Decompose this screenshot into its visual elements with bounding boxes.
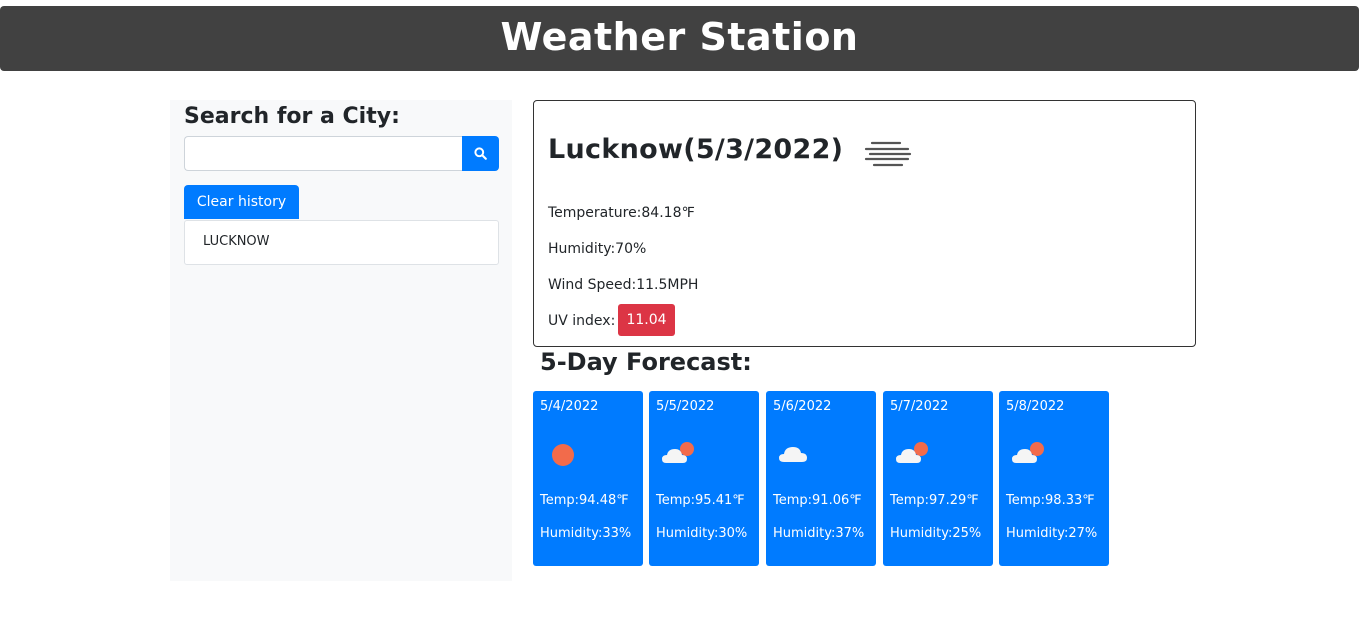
search-button[interactable] [462,136,499,171]
history-item-lucknow[interactable]: LUCKNOW [184,220,499,265]
forecast-card: 5/5/2022 Temp:95.41℉ Humidity:30% [649,391,759,566]
partly-cloudy-icon [662,442,694,463]
uv-index-badge: 11.04 [618,304,675,336]
search-sidebar: Search for a City: Clear history LUCKNOW [170,100,512,581]
page-title: Weather Station [500,14,859,59]
forecast-card: 5/7/2022 Temp:97.29℉ Humidity:25% [883,391,993,566]
cloud-icon [779,447,807,462]
forecast-temp: Temp:94.48℉ [540,493,629,508]
forecast-temp: Temp:98.33℉ [1006,493,1095,508]
forecast-humidity: Humidity:27% [1006,526,1098,541]
forecast-date: 5/8/2022 [1006,399,1065,414]
search-heading: Search for a City: [184,104,400,129]
forecast-humidity: Humidity:25% [890,526,982,541]
app-header: Weather Station [0,6,1359,71]
forecast-date: 5/7/2022 [890,399,949,414]
forecast-card: 5/6/2022 Temp:91.06℉ Humidity:37% [766,391,876,566]
forecast-temp: Temp:97.29℉ [890,493,979,508]
forecast-card: 5/4/2022 Temp:94.48℉ Humidity:33% [533,391,643,566]
current-temperature: Temperature:84.18℉ [548,205,695,221]
forecast-date: 5/6/2022 [773,399,832,414]
forecast-humidity: Humidity:33% [540,526,632,541]
forecast-temp: Temp:91.06℉ [773,493,862,508]
forecast-humidity: Humidity:30% [656,526,748,541]
partly-cloudy-icon [1012,442,1044,463]
current-humidity: Humidity:70% [548,241,647,257]
current-weather-card: Lucknow(5/3/2022) Temperature:84.18℉ Hum… [533,100,1196,347]
forecast-date: 5/4/2022 [540,399,599,414]
search-icon [474,147,487,160]
forecast-temp: Temp:95.41℉ [656,493,745,508]
current-wind-speed: Wind Speed:11.5MPH [548,277,699,293]
clear-history-button[interactable]: Clear history [184,185,299,219]
uv-index-label: UV index: [548,313,616,329]
forecast-date: 5/5/2022 [656,399,715,414]
mist-icon [864,141,912,167]
partly-cloudy-icon [896,442,928,463]
city-search-input[interactable] [184,136,462,171]
sun-icon [552,444,574,466]
current-city-date: Lucknow(5/3/2022) [548,134,844,165]
forecast-humidity: Humidity:37% [773,526,865,541]
forecast-card: 5/8/2022 Temp:98.33℉ Humidity:27% [999,391,1109,566]
forecast-title: 5-Day Forecast: [540,348,752,376]
